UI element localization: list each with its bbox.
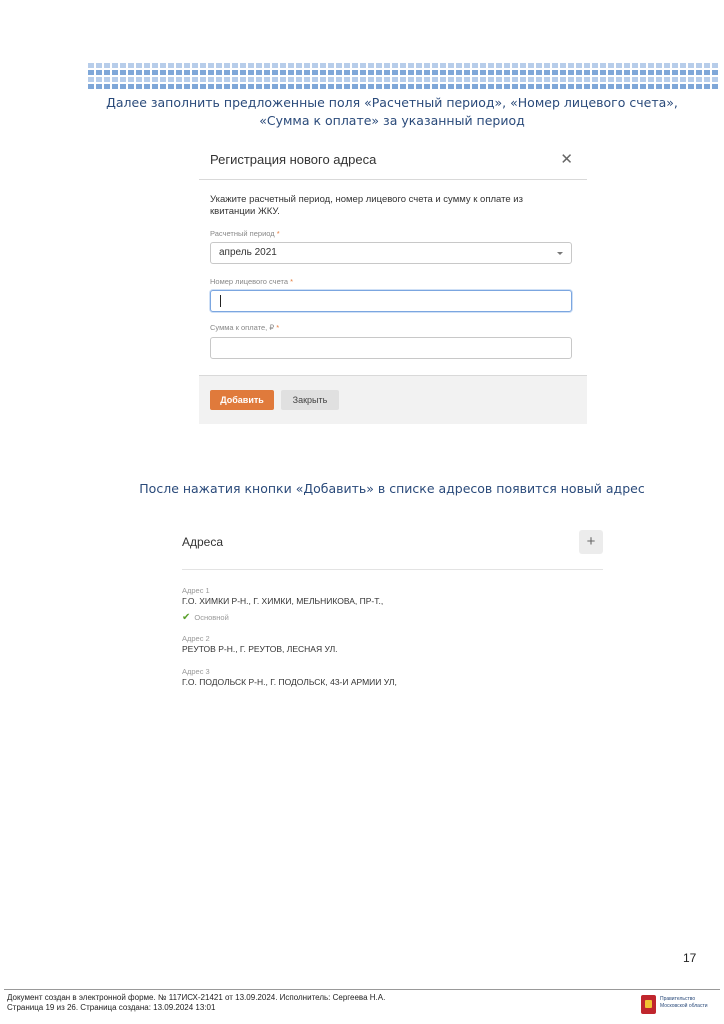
address-value[interactable]: Г.О. ПОДОЛЬСК Р-Н., Г. ПОДОЛЬСК, 43-И АР…	[182, 677, 397, 687]
address-caption: Адрес 3	[182, 667, 210, 676]
main-address-badge: ✔ Основной	[182, 612, 229, 623]
add-address-button[interactable]: +	[579, 530, 603, 554]
account-label: Номер лицевого счета *	[210, 277, 294, 286]
period-label: Расчетный период *	[210, 229, 280, 238]
instruction-line-2: «Сумма к оплате» за указанный период	[259, 113, 525, 128]
government-logo	[641, 995, 656, 1014]
close-button[interactable]: Закрыть	[281, 390, 339, 410]
address-caption: Адрес 2	[182, 634, 210, 643]
address-value[interactable]: Г.О. ХИМКИ Р-Н., Г. ХИМКИ, МЕЛЬНИКОВА, П…	[182, 596, 383, 606]
period-select-value: апрель 2021	[219, 247, 277, 258]
close-icon[interactable]: ✕	[560, 150, 573, 168]
amount-input[interactable]	[210, 337, 572, 359]
modal-description: Укажите расчетный период, номер лицевого…	[210, 194, 523, 217]
period-select[interactable]: апрель 2021	[210, 242, 572, 264]
instruction-after: После нажатия кнопки «Добавить» в списке…	[139, 481, 645, 496]
address-caption: Адрес 1	[182, 586, 210, 595]
amount-label: Сумма к оплате, ₽ *	[210, 323, 280, 332]
government-label: Правительство Московской области	[660, 996, 708, 1009]
check-icon: ✔	[182, 612, 191, 623]
divider	[199, 179, 587, 180]
divider	[182, 569, 603, 570]
decorative-banner	[88, 63, 718, 89]
modal-title: Регистрация нового адреса	[210, 152, 377, 167]
divider	[4, 989, 720, 990]
page-number: 17	[683, 951, 697, 965]
text-cursor	[220, 295, 221, 307]
register-address-modal: Регистрация нового адреса ✕ Укажите расч…	[199, 138, 587, 424]
account-number-input[interactable]	[210, 290, 572, 312]
chevron-down-icon	[557, 252, 563, 255]
document-footer: Документ создан в электронной форме. № 1…	[7, 993, 386, 1012]
address-value[interactable]: РЕУТОВ Р-Н., Г. РЕУТОВ, ЛЕСНАЯ УЛ.	[182, 644, 338, 654]
add-button[interactable]: Добавить	[210, 390, 274, 410]
modal-footer: Добавить Закрыть	[199, 375, 587, 424]
instruction-line-1: Далее заполнить предложенные поля «Расче…	[106, 95, 678, 110]
addresses-title: Адреса	[182, 535, 224, 549]
